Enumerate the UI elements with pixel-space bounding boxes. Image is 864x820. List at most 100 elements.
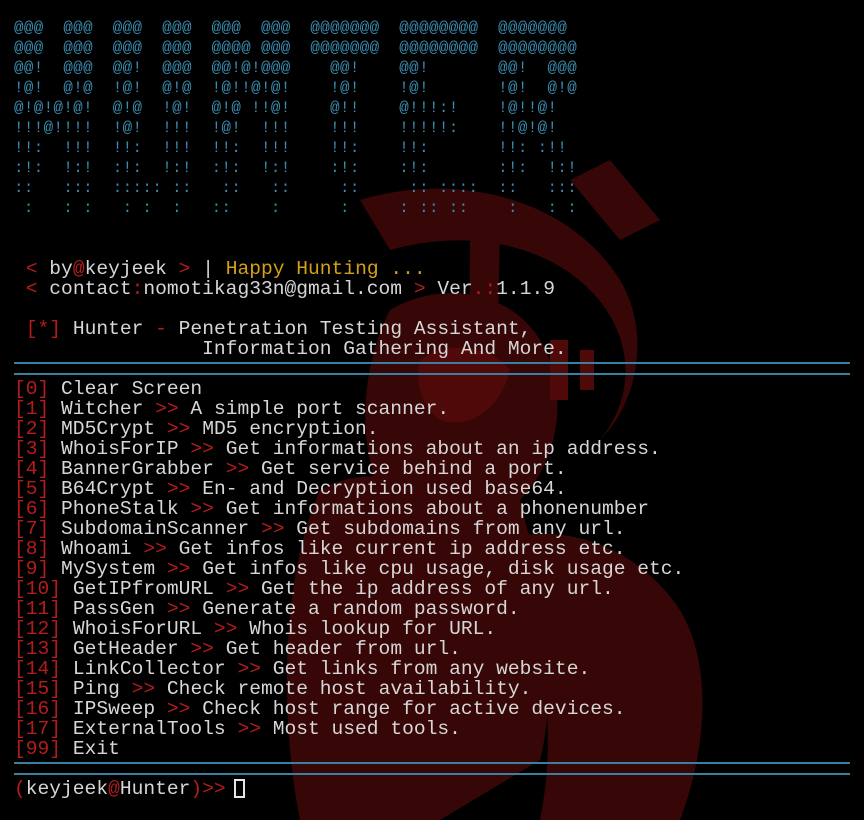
menu-item-getheader[interactable]: [13] GetHeader >> Get header from url. [14, 639, 461, 659]
menu-item-label: B64Crypt [61, 478, 156, 500]
menu-item-externaltools[interactable]: [17] ExternalTools >> Most used tools. [14, 719, 461, 739]
menu-item-label: Ping [72, 678, 120, 700]
prompt-at: @ [108, 778, 120, 800]
menu-item-whoisforip[interactable]: [3] WhoisForIP >> Get informations about… [14, 439, 661, 459]
menu-item-getipfromurl[interactable]: [10] GetIPfromURL >> Get the ip address … [14, 579, 614, 599]
banner-line: !@! @!@ !@! @!@ !@!!@!@! !@! !@! !@! @!@ [14, 79, 578, 97]
menu-item-label: MySystem [61, 558, 156, 580]
menu-item-description: Get header from url. [225, 638, 461, 660]
angle-close: > [178, 258, 191, 280]
colon: : [131, 278, 144, 300]
description-line: [*] Hunter - Penetration Testing Assista… [14, 318, 532, 340]
menu-item-description: Most used tools. [272, 718, 461, 740]
menu-item-arrow: >> [166, 598, 191, 620]
prompt-paren-open: ( [14, 778, 26, 800]
menu-item-subdomainscanner[interactable]: [7] SubdomainScanner >> Get subdomains f… [14, 519, 625, 539]
menu-item-arrow: >> [225, 458, 250, 480]
prompt-symbol: >> [202, 778, 226, 800]
menu-item-number: [0] [14, 378, 50, 400]
terminal-window: @@@ @@@ @@@ @@@ @@@ @@@ @@@@@@@ @@@@@@@@… [0, 0, 864, 820]
menu-item-passgen[interactable]: [11] PassGen >> Generate a random passwo… [14, 599, 520, 619]
menu-item-number: [2] [14, 418, 50, 440]
menu-item-mysystem[interactable]: [9] MySystem >> Get infos like cpu usage… [14, 559, 684, 579]
tool-name: Hunter [72, 318, 144, 340]
contact-label: contact [49, 278, 132, 300]
tagline: Happy Hunting ... [225, 258, 426, 280]
menu-item-number: [11] [14, 598, 62, 620]
menu-item-label: LinkCollector [72, 658, 226, 680]
menu-item-label: GetIPfromURL [72, 578, 214, 600]
menu-item-description: Whois lookup for URL. [249, 618, 497, 640]
menu-item-number: [1] [14, 398, 50, 420]
menu-item-arrow: >> [166, 418, 191, 440]
menu-item-arrow: >> [190, 498, 214, 520]
description-line-2: Information Gathering And More. [14, 339, 567, 359]
menu-item-arrow: >> [166, 698, 191, 720]
menu-item-number: [9] [14, 558, 50, 580]
menu-item-label: Whoami [61, 538, 132, 560]
separator-bottom [14, 762, 850, 775]
menu-item-b64crypt[interactable]: [5] B64Crypt >> En- and Decryption used … [14, 479, 567, 499]
banner-line: :!: !:! :!: !:! :!: !:! :!: :!: :!: !:! [14, 159, 578, 177]
menu-item-number: [13] [14, 638, 62, 660]
menu-item-label: PhoneStalk [61, 498, 179, 520]
menu-item-number: [99] [14, 738, 62, 760]
menu-item-number: [3] [14, 438, 50, 460]
menu-item-number: [10] [14, 578, 62, 600]
command-prompt[interactable]: (keyjeek@Hunter)>> [14, 779, 245, 799]
menu-item-whoami[interactable]: [8] Whoami >> Get infos like current ip … [14, 539, 625, 559]
menu-item-md5crypt[interactable]: [2] MD5Crypt >> MD5 encryption. [14, 419, 379, 439]
prompt-host: Hunter [119, 778, 191, 800]
menu-item-exit[interactable]: [99] Exit [14, 739, 120, 759]
menu-item-label: IPSweep [72, 698, 156, 720]
menu-item-number: [4] [14, 458, 50, 480]
menu-item-arrow: >> [155, 398, 179, 420]
menu-item-number: [17] [14, 718, 62, 740]
banner-line: @@! @@@ @@! @@@ @@!@!@@@ @@! @@! @@! @@@ [14, 59, 578, 77]
banner-line: @@@ @@@ @@@ @@@ @@@ @@@ @@@@@@@ @@@@@@@@… [14, 19, 578, 37]
menu-item-description: Get informations about an ip address. [225, 438, 661, 460]
version-label: Ver [437, 278, 473, 300]
menu-item-description: Get links from any website. [272, 658, 591, 680]
angle-close: > [413, 278, 426, 300]
menu-item-arrow: >> [260, 518, 285, 540]
banner-line: :: ::: ::::: :: :: :: :: :: :::: :: ::: [14, 179, 578, 197]
menu-item-arrow: >> [143, 538, 167, 560]
contact-line: < contact:nomotikag33n@gmail.com > Ver.:… [14, 279, 555, 299]
menu-item-number: [6] [14, 498, 50, 520]
at-sign: @ [72, 258, 85, 280]
menu-item-description: Get service behind a port. [260, 458, 567, 480]
menu-item-arrow: >> [131, 678, 156, 700]
menu-item-description: A simple port scanner. [190, 398, 450, 420]
banner-line: !!: !!! !!: !!! !!: !!! !!: !!: !!: :!! [14, 139, 578, 157]
angle-open: < [25, 258, 38, 280]
menu-item-arrow: >> [190, 638, 214, 660]
banner-line: !!!@!!!! !@! !!! !@! !!! !!! !!!!!: !!@!… [14, 119, 578, 137]
menu-item-bannergrabber[interactable]: [4] BannerGrabber >> Get service behind … [14, 459, 567, 479]
author-line: < by@keyjeek > | Happy Hunting ... [14, 259, 426, 279]
menu-item-phonestalk[interactable]: [6] PhoneStalk >> Get informations about… [14, 499, 649, 519]
angle-open: < [25, 278, 38, 300]
menu-item-label: MD5Crypt [61, 418, 156, 440]
menu-item-whoisforurl[interactable]: [12] WhoisForURL >> Whois lookup for URL… [14, 619, 496, 639]
menu-item-ipsweep[interactable]: [16] IPSweep >> Check host range for act… [14, 699, 625, 719]
menu-item-arrow: >> [237, 658, 261, 680]
text-cursor[interactable] [233, 779, 245, 798]
contact-email: nomotikag33n@gmail.com [143, 278, 403, 300]
menu-item-label: WhoisForIP [61, 438, 179, 460]
menu-item-clear-screen[interactable]: [0] Clear Screen [14, 379, 202, 399]
menu-item-witcher[interactable]: [1] Witcher >> A simple port scanner. [14, 399, 449, 419]
menu-item-number: [5] [14, 478, 50, 500]
menu-item-arrow: >> [213, 618, 238, 640]
menu-item-description: Check remote host availability. [166, 678, 532, 700]
prompt-paren-close: ) [190, 778, 203, 800]
menu-item-description: Get informations about a phonenumber [225, 498, 649, 520]
menu-item-linkcollector[interactable]: [14] LinkCollector >> Get links from any… [14, 659, 590, 679]
menu-item-ping[interactable]: [15] Ping >> Check remote host availabil… [14, 679, 531, 699]
menu-item-description: Generate a random password. [202, 598, 520, 620]
menu-item-label: GetHeader [72, 638, 179, 660]
menu-item-arrow: >> [166, 478, 191, 500]
banner-line: : : : : : : :: : : : :: :: : : : [14, 199, 578, 217]
description-text: Information Gathering And More. [202, 338, 567, 360]
menu-item-number: [7] [14, 518, 50, 540]
